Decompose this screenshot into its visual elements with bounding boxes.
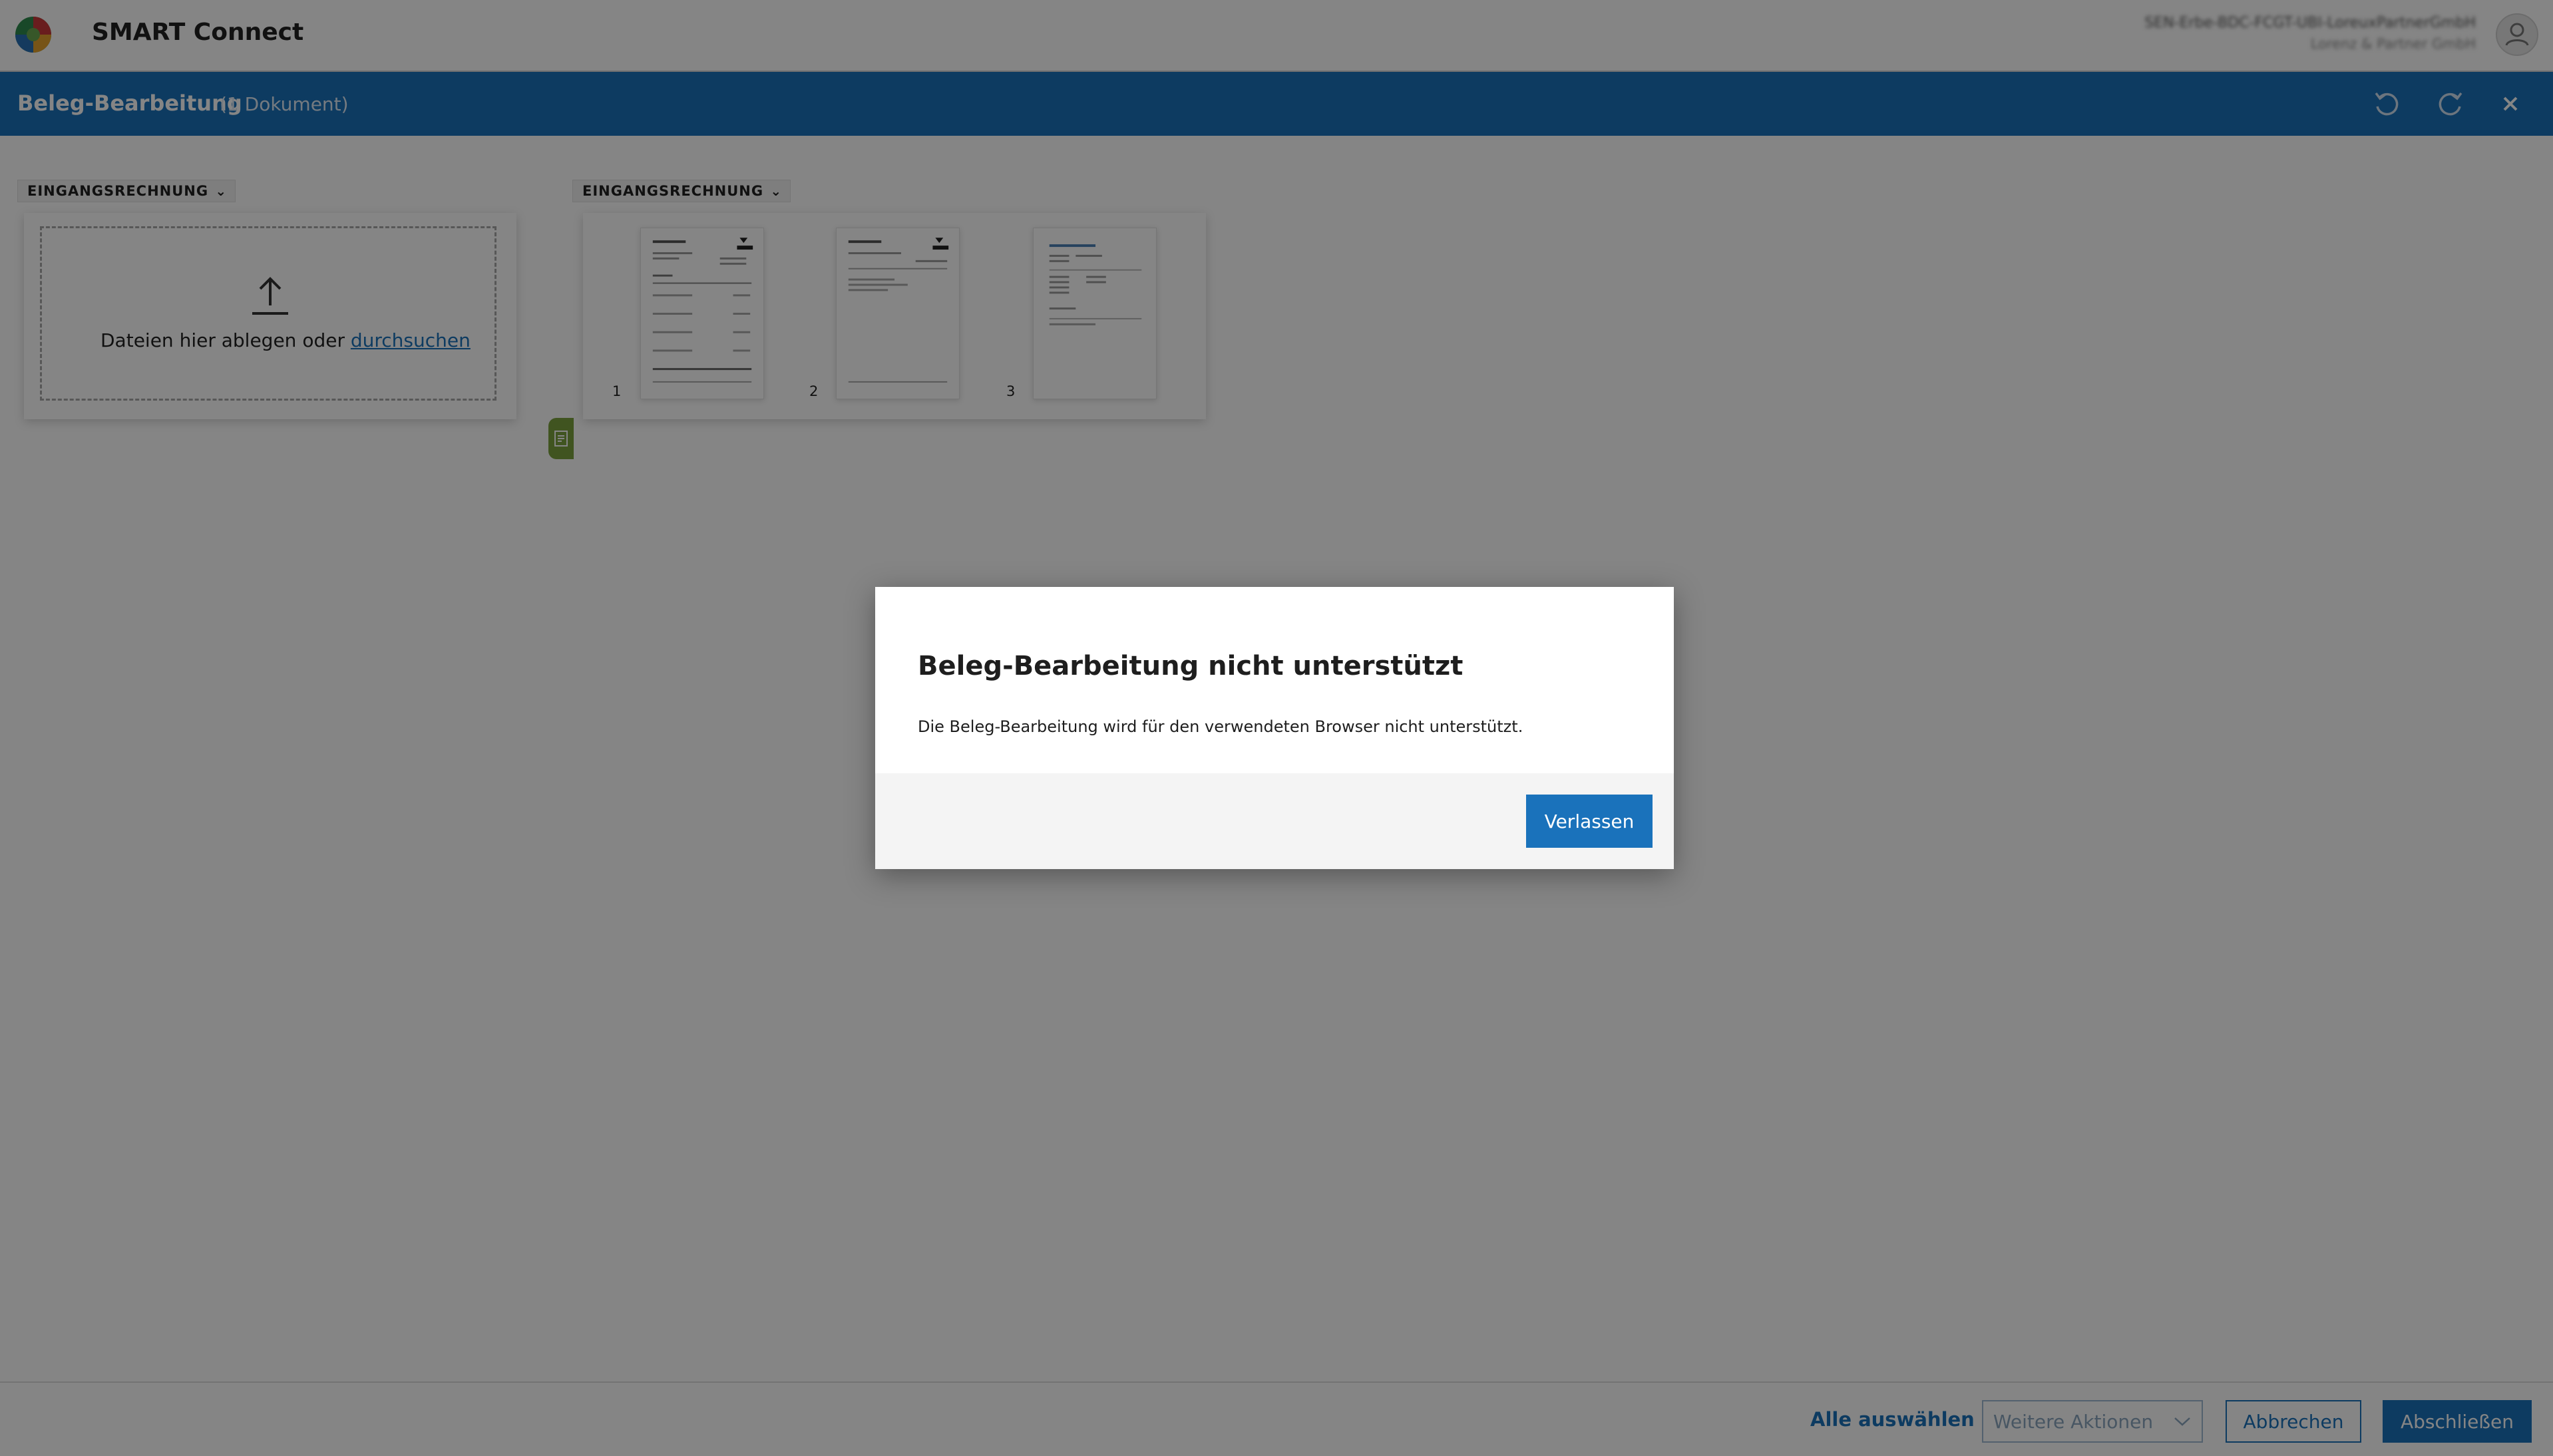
dialog-message: Die Beleg-Bearbeitung wird für den verwe… — [918, 717, 1523, 736]
unsupported-browser-dialog: Beleg-Bearbeitung nicht unterstützt Die … — [875, 587, 1674, 869]
dialog-title: Beleg-Bearbeitung nicht unterstützt — [918, 651, 1464, 681]
dialog-footer: Verlassen — [875, 773, 1674, 869]
leave-button[interactable]: Verlassen — [1526, 795, 1653, 848]
